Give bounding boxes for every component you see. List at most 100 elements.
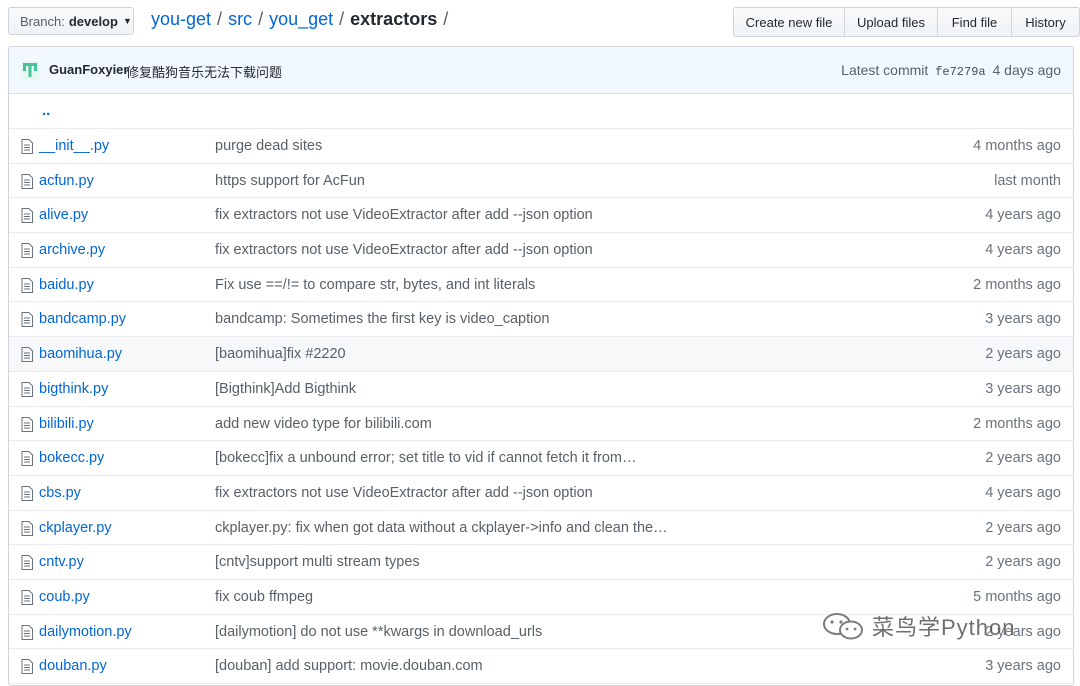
file-row[interactable]: bigthink.py [Bigthink]Add Bigthink 3 years… <box>9 372 1073 407</box>
latest-commit-bar: GuanFoxyier 修复酷狗音乐无法下载问题 Latest commit f… <box>9 47 1073 94</box>
file-name-link[interactable]: bandcamp.py <box>39 311 126 327</box>
file-commit-message[interactable]: fix extractors not use VideoExtractor af… <box>215 485 593 501</box>
commit-age: 4 days ago <box>992 62 1062 78</box>
file-name-link[interactable]: alive.py <box>39 207 88 223</box>
file-name-link[interactable]: cbs.py <box>39 485 81 501</box>
file-icon <box>21 485 33 505</box>
file-icon <box>21 347 33 366</box>
file-commit-message[interactable]: [bokecc]fix a unbound error; set title t… <box>215 450 637 466</box>
file-icon <box>21 381 33 401</box>
file-row[interactable]: bilibili.py add new video type for bilibi… <box>9 407 1073 442</box>
file-commit-age: 2 years ago <box>985 346 1061 363</box>
file-icon <box>21 173 33 193</box>
file-name-link[interactable]: acfun.py <box>39 173 94 189</box>
author-avatar-icon[interactable] <box>21 61 39 79</box>
file-name-link[interactable]: douban.py <box>39 658 107 674</box>
file-commit-message[interactable]: [baomihua]fix #2220 <box>215 346 346 362</box>
find-file-button[interactable]: Find file <box>937 7 1012 37</box>
file-icon <box>21 520 33 540</box>
file-name-link[interactable]: __init__.py <box>39 138 109 154</box>
file-commit-age: 4 years ago <box>985 242 1061 259</box>
file-rows: __init__.py purge dead sites 4 months ago a… <box>9 129 1073 684</box>
file-name-link[interactable]: dailymotion.py <box>39 624 132 640</box>
file-commit-message[interactable]: [cntv]support multi stream types <box>215 554 420 570</box>
file-list: GuanFoxyier 修复酷狗音乐无法下载问题 Latest commit f… <box>8 46 1074 686</box>
file-row[interactable]: archive.py fix extractors not use VideoEx… <box>9 233 1073 268</box>
branch-select-button[interactable]: Branch: develop ▼ <box>8 7 134 35</box>
file-commit-message[interactable]: [douban] add support: movie.douban.com <box>215 658 483 674</box>
file-icon <box>21 659 33 678</box>
branch-name: develop <box>68 13 118 29</box>
file-icon <box>21 624 33 644</box>
file-commit-message[interactable]: fix extractors not use VideoExtractor af… <box>215 242 593 258</box>
file-commit-age: 2 months ago <box>973 415 1061 432</box>
file-row[interactable]: baidu.py Fix use ==/!= to compare str, by… <box>9 268 1073 303</box>
file-commit-age: 3 years ago <box>985 311 1061 328</box>
file-name-link[interactable]: coub.py <box>39 589 90 605</box>
file-icon <box>21 243 33 262</box>
breadcrumb: you-get / src / you_get / extractors / <box>151 9 454 30</box>
file-row[interactable]: cntv.py [cntv]support multi stream types 2… <box>9 545 1073 580</box>
file-commit-age: last month <box>994 172 1061 189</box>
file-icon <box>21 589 33 609</box>
file-commit-age: 2 years ago <box>985 450 1061 467</box>
file-commit-message[interactable]: fix extractors not use VideoExtractor af… <box>215 207 593 223</box>
file-commit-message[interactable]: Fix use ==/!= to compare str, bytes, and… <box>215 277 535 293</box>
latest-commit-info: Latest commit fe7279a 4 days ago <box>841 62 1061 79</box>
file-commit-message[interactable]: https support for AcFun <box>215 173 365 189</box>
file-commit-age: 2 years ago <box>985 519 1061 536</box>
file-commit-age: 3 years ago <box>985 380 1061 397</box>
file-name-link[interactable]: baidu.py <box>39 277 94 293</box>
file-row[interactable]: acfun.py https support for AcFun last mont… <box>9 164 1073 199</box>
upload-files-button[interactable]: Upload files <box>844 7 938 37</box>
file-icon <box>21 139 33 158</box>
file-icon <box>21 451 33 470</box>
file-row[interactable]: douban.py [douban] add support: movie.dou… <box>9 649 1073 684</box>
file-name-link[interactable]: bilibili.py <box>39 416 94 432</box>
file-actions: Create new file Upload files Find file H… <box>733 7 1080 37</box>
file-icon <box>21 555 33 574</box>
branch-prefix: Branch: <box>20 13 65 29</box>
repo-toolbar: Branch: develop ▼ you-get / src / you_ge… <box>8 7 1080 37</box>
breadcrumb-separator: / <box>217 9 223 29</box>
file-name-link[interactable]: ckplayer.py <box>39 520 112 536</box>
commit-message[interactable]: 修复酷狗音乐无法下载问题 <box>126 62 282 81</box>
create-new-file-button[interactable]: Create new file <box>733 7 845 37</box>
breadcrumb-you-get-link[interactable]: you_get <box>269 9 333 30</box>
file-commit-message[interactable]: ckplayer.py: fix when got data without a… <box>215 520 668 536</box>
file-row[interactable]: cbs.py fix extractors not use VideoExtrac… <box>9 476 1073 511</box>
file-name-link[interactable]: archive.py <box>39 242 105 258</box>
parent-directory-row[interactable]: .. <box>9 94 1073 129</box>
breadcrumb-current: extractors <box>350 9 438 29</box>
breadcrumb-src-link[interactable]: src <box>228 9 252 30</box>
file-row[interactable]: ckplayer.py ckplayer.py: fix when got dat… <box>9 511 1073 546</box>
file-commit-age: 2 months ago <box>973 276 1061 293</box>
file-commit-message[interactable]: fix coub ffmpeg <box>215 589 313 605</box>
file-name-link[interactable]: bokecc.py <box>39 450 104 466</box>
history-button[interactable]: History <box>1011 7 1080 37</box>
watermark: 菜鸟学Python <box>822 610 1016 642</box>
file-commit-message[interactable]: add new video type for bilibili.com <box>215 416 432 432</box>
file-commit-message[interactable]: purge dead sites <box>215 138 322 154</box>
breadcrumb-repo-link[interactable]: you-get <box>151 9 211 30</box>
file-row[interactable]: baomihua.py [baomihua]fix #2220 2 years ag… <box>9 337 1073 372</box>
commit-sha-link[interactable]: fe7279a <box>935 65 985 79</box>
file-name-link[interactable]: bigthink.py <box>39 381 108 397</box>
file-name-link[interactable]: baomihua.py <box>39 346 122 362</box>
breadcrumb-separator: / <box>258 9 264 29</box>
file-commit-age: 5 months ago <box>973 588 1061 605</box>
file-icon <box>21 277 33 297</box>
file-row[interactable]: bandcamp.py bandcamp: Sometimes the first… <box>9 302 1073 338</box>
file-commit-message[interactable]: bandcamp: Sometimes the first key is vid… <box>215 311 549 327</box>
parent-directory-link[interactable]: .. <box>42 102 50 119</box>
file-icon <box>21 208 33 227</box>
file-name-link[interactable]: cntv.py <box>39 554 84 570</box>
file-row[interactable]: __init__.py purge dead sites 4 months ago <box>9 129 1073 164</box>
file-row[interactable]: bokecc.py [bokecc]fix a unbound error; se… <box>9 441 1073 476</box>
file-commit-message[interactable]: [dailymotion] do not use **kwargs in dow… <box>215 624 542 640</box>
breadcrumb-separator: / <box>339 9 345 29</box>
file-commit-message[interactable]: [Bigthink]Add Bigthink <box>215 381 356 397</box>
commit-author[interactable]: GuanFoxyier <box>49 62 128 77</box>
file-row[interactable]: alive.py fix extractors not use VideoExtr… <box>9 198 1073 234</box>
breadcrumb-separator: / <box>443 9 449 29</box>
